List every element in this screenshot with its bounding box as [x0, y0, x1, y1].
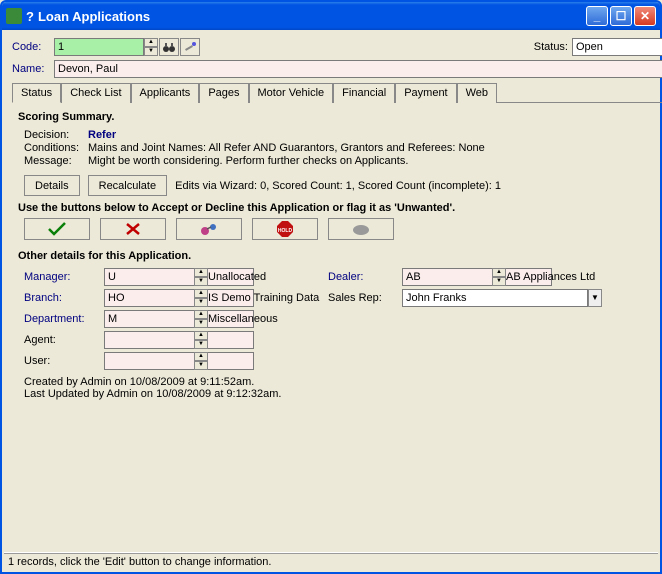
x-icon: [125, 222, 141, 236]
decline-button[interactable]: [100, 218, 166, 240]
unwanted-button[interactable]: [176, 218, 242, 240]
check-icon: [47, 222, 67, 236]
user-spinner[interactable]: ▲▼: [194, 352, 208, 370]
flag-icon: [199, 221, 219, 237]
updated-text: Last Updated by Admin on 10/08/2009 at 9…: [24, 388, 662, 400]
status-label: Status:: [534, 41, 568, 53]
status-text: 1 records, click the 'Edit' button to ch…: [8, 556, 271, 568]
edits-summary: Edits via Wizard: 0, Scored Count: 1, Sc…: [175, 180, 501, 192]
manager-label: Manager:: [24, 271, 104, 283]
branch-value: IS Demo Training Data: [208, 292, 328, 304]
conditions-label: Conditions:: [24, 142, 88, 154]
cloud-icon: [351, 222, 371, 236]
tab-applicants[interactable]: Applicants: [131, 83, 200, 103]
details-button[interactable]: Details: [24, 175, 80, 196]
manager-spinner[interactable]: ▲▼: [194, 268, 208, 286]
tab-status[interactable]: Status: [12, 83, 61, 103]
decision-label: Decision:: [24, 129, 88, 141]
user-code[interactable]: [104, 352, 254, 370]
tab-checklist[interactable]: Check List: [61, 83, 130, 103]
conditions-value: Mains and Joint Names: All Refer AND Gua…: [88, 142, 485, 154]
close-button[interactable]: ✕: [634, 6, 656, 26]
decision-value: Refer: [88, 129, 116, 141]
instruction-text: Use the buttons below to Accept or Decli…: [18, 202, 662, 214]
tabstrip: Status Check List Applicants Pages Motor…: [12, 82, 662, 103]
other-heading: Other details for this Application.: [18, 250, 662, 262]
manager-value: Unallocated: [208, 271, 328, 283]
tab-pages[interactable]: Pages: [199, 83, 248, 103]
dealer-value: AB Appliances Ltd: [506, 271, 662, 283]
tab-financial[interactable]: Financial: [333, 83, 395, 103]
accept-button[interactable]: [24, 218, 90, 240]
wizard-button[interactable]: [180, 38, 200, 56]
dealer-label: Dealer:: [328, 271, 402, 283]
window-title: Loan Applications: [38, 9, 586, 24]
dept-value: Miscellaneous: [208, 313, 328, 325]
scoring-heading: Scoring Summary.: [18, 111, 662, 123]
svg-text:HOLD: HOLD: [278, 228, 293, 234]
agent-code[interactable]: [104, 331, 254, 349]
dept-label: Department:: [24, 313, 104, 325]
code-input[interactable]: [54, 38, 144, 56]
hold-icon: HOLD: [276, 220, 294, 238]
minimize-button[interactable]: _: [586, 6, 608, 26]
hold-button[interactable]: HOLD: [252, 218, 318, 240]
maximize-button[interactable]: ☐: [610, 6, 632, 26]
tab-payment[interactable]: Payment: [395, 83, 456, 103]
app-icon: [6, 8, 22, 24]
binoculars-button[interactable]: [159, 38, 179, 56]
created-text: Created by Admin on 10/08/2009 at 9:11:5…: [24, 376, 662, 388]
code-spinner[interactable]: ▲ ▼: [144, 38, 158, 56]
code-label: Code:: [12, 41, 54, 53]
titlebar[interactable]: ? Loan Applications _ ☐ ✕: [2, 2, 660, 30]
branch-label: Branch:: [24, 292, 104, 304]
dropdown-icon[interactable]: ▼: [588, 289, 602, 307]
message-value: Might be worth considering. Perform furt…: [88, 155, 408, 167]
branch-spinner[interactable]: ▲▼: [194, 289, 208, 307]
binoculars-icon: [162, 41, 176, 53]
cloud-button[interactable]: [328, 218, 394, 240]
message-label: Message:: [24, 155, 88, 167]
user-label: User:: [24, 355, 104, 367]
help-icon: ?: [26, 9, 34, 24]
tab-web[interactable]: Web: [457, 83, 497, 103]
tab-motor-vehicle[interactable]: Motor Vehicle: [249, 83, 334, 103]
dept-spinner[interactable]: ▲▼: [194, 310, 208, 328]
name-input[interactable]: [54, 60, 662, 78]
status-field: [572, 38, 662, 56]
agent-label: Agent:: [24, 334, 104, 346]
spin-down-icon: ▼: [144, 47, 158, 56]
statusbar: 1 records, click the 'Edit' button to ch…: [4, 552, 658, 570]
agent-spinner[interactable]: ▲▼: [194, 331, 208, 349]
recalculate-button[interactable]: Recalculate: [88, 175, 167, 196]
salesrep-label: Sales Rep:: [328, 292, 402, 304]
name-label: Name:: [12, 63, 54, 75]
spin-up-icon: ▲: [144, 38, 158, 47]
dealer-spinner[interactable]: ▲▼: [492, 268, 506, 286]
wizard-icon: [183, 41, 197, 53]
salesrep-select[interactable]: [402, 289, 588, 307]
